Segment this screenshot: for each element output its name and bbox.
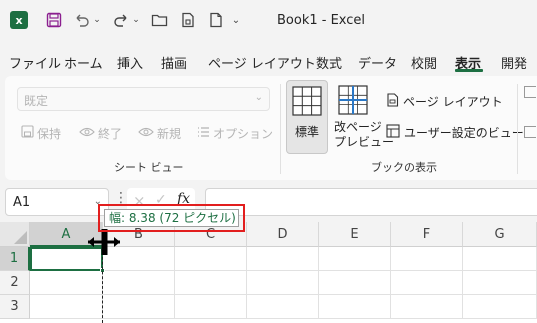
cell-a3[interactable]	[30, 295, 103, 319]
save-icon	[21, 125, 34, 141]
customize-toolbar-icon[interactable]: ⌄	[230, 10, 242, 30]
sheet-view-group-label: シート ビュー	[114, 161, 184, 174]
cell-d3[interactable]	[247, 295, 319, 319]
cell-c2[interactable]	[175, 271, 247, 295]
cell-g2[interactable]	[463, 271, 537, 295]
active-tab-indicator	[455, 69, 483, 72]
name-box[interactable]: A1 ⌄	[5, 188, 109, 216]
eye-add-icon	[138, 126, 154, 141]
chevron-down-icon: ⌄	[254, 92, 263, 103]
custom-views-icon	[386, 124, 400, 141]
sheet-view-options-label: オプション	[213, 126, 274, 141]
custom-views-label: ユーザー設定のビュー	[404, 126, 524, 140]
column-header-d[interactable]: D	[247, 222, 319, 247]
undo-dropdown-icon[interactable]: ⌄	[92, 10, 102, 30]
formula-input[interactable]	[205, 188, 537, 216]
tab-file[interactable]: ファイル	[9, 53, 61, 72]
redo-dropdown-icon[interactable]: ⌄	[131, 10, 141, 30]
undo-icon[interactable]	[72, 10, 92, 30]
tab-insert[interactable]: 挿入	[117, 53, 143, 72]
title-bar: x ⌄ ⌄ ⌄ Book1 - Excel	[0, 0, 537, 42]
column-width-tooltip-highlight: 幅: 8.38 (72 ピクセル)	[98, 204, 245, 232]
cell-c1[interactable]	[175, 247, 247, 271]
cell-e2[interactable]	[319, 271, 391, 295]
page-layout-icon	[386, 93, 399, 110]
eye-close-icon	[79, 126, 95, 141]
cell-e1[interactable]	[319, 247, 391, 271]
cell-f1[interactable]	[391, 247, 463, 271]
cell-g1[interactable]	[463, 247, 537, 271]
sheet-view-options-button[interactable]: オプション	[197, 124, 273, 142]
sheet-view-value: 既定	[24, 94, 49, 108]
cell-f3[interactable]	[391, 295, 463, 319]
column-header-f[interactable]: F	[391, 222, 463, 247]
cell-d2[interactable]	[247, 271, 319, 295]
row-header-1[interactable]: 1	[0, 247, 30, 271]
sheet-view-new-label: 新規	[157, 126, 182, 141]
cell-c3[interactable]	[175, 295, 247, 319]
normal-view-label: 標準	[295, 125, 320, 139]
tab-developer[interactable]: 開発	[501, 53, 527, 72]
new-file-icon[interactable]	[178, 10, 198, 30]
page-break-preview-button[interactable]: 改ページ プレビュー	[334, 80, 395, 154]
sheet-view-exit-label: 終了	[98, 126, 123, 141]
row-header-2[interactable]: 2	[0, 271, 30, 295]
name-box-value: A1	[13, 195, 31, 210]
custom-views-button[interactable]: ユーザー設定のビュー	[386, 124, 524, 141]
page-layout-view-label: ページ レイアウト	[403, 95, 503, 109]
select-all-corner[interactable]	[0, 222, 30, 247]
worksheet-grid: A B C D E F G 1 2 3	[0, 222, 537, 323]
tab-page-layout[interactable]: ページ レイアウト	[208, 53, 316, 72]
blank-page-icon[interactable]	[206, 10, 226, 30]
tab-formulas[interactable]: 数式	[316, 53, 342, 72]
page-break-preview-label-1: 改ページ	[334, 120, 382, 134]
cell-g3[interactable]	[463, 295, 537, 319]
column-header-e[interactable]: E	[319, 222, 391, 247]
next-group-icon[interactable]	[524, 86, 536, 98]
document-title: Book1 - Excel	[277, 13, 366, 28]
sheet-view-keep-label: 保持	[37, 126, 62, 141]
cell-b3[interactable]	[103, 295, 175, 319]
tab-review[interactable]: 校閲	[411, 53, 437, 72]
page-break-preview-label-2: プレビュー	[334, 135, 395, 149]
tab-draw[interactable]: 描画	[161, 53, 187, 72]
save-icon[interactable]	[44, 10, 64, 30]
next-group-icon[interactable]	[524, 126, 536, 138]
cell-a2[interactable]	[30, 271, 103, 295]
workbook-views-group-label: ブックの表示	[371, 161, 437, 174]
sheet-view-new-button[interactable]: 新規	[138, 124, 181, 142]
open-folder-icon[interactable]	[150, 10, 170, 30]
sheet-view-dropdown[interactable]: 既定 ⌄	[17, 87, 270, 111]
sheet-view-keep-button[interactable]: 保持	[21, 124, 61, 142]
ribbon-panel: 既定 ⌄ 保持 終了 新規 オプション シート ビュー 標準 改ページ プレビュ…	[5, 76, 537, 180]
group-divider	[517, 84, 518, 174]
redo-icon[interactable]	[111, 10, 131, 30]
page-layout-view-button[interactable]: ページ レイアウト	[386, 93, 503, 110]
cell-f2[interactable]	[391, 271, 463, 295]
page-break-preview-icon	[338, 85, 368, 115]
group-divider	[280, 84, 281, 174]
list-icon	[197, 126, 210, 141]
cell-d1[interactable]	[247, 247, 319, 271]
tab-home[interactable]: ホーム	[64, 53, 103, 72]
sheet-view-exit-button[interactable]: 終了	[79, 124, 122, 142]
excel-logo-icon: x	[10, 11, 28, 29]
row-header-3[interactable]: 3	[0, 295, 30, 319]
normal-view-button[interactable]: 標準	[286, 80, 328, 154]
cell-e3[interactable]	[319, 295, 391, 319]
column-width-tooltip: 幅: 8.38 (72 ピクセル)	[104, 209, 239, 227]
tab-data[interactable]: データ	[358, 53, 397, 72]
column-resize-guide	[102, 247, 103, 323]
cell-b2[interactable]	[103, 271, 175, 295]
formula-bar: A1 ⌄ ⋮ × ✓ fx	[0, 184, 537, 220]
column-resize-cursor-icon	[88, 229, 120, 255]
normal-view-icon	[292, 86, 322, 116]
column-header-g[interactable]: G	[463, 222, 537, 247]
